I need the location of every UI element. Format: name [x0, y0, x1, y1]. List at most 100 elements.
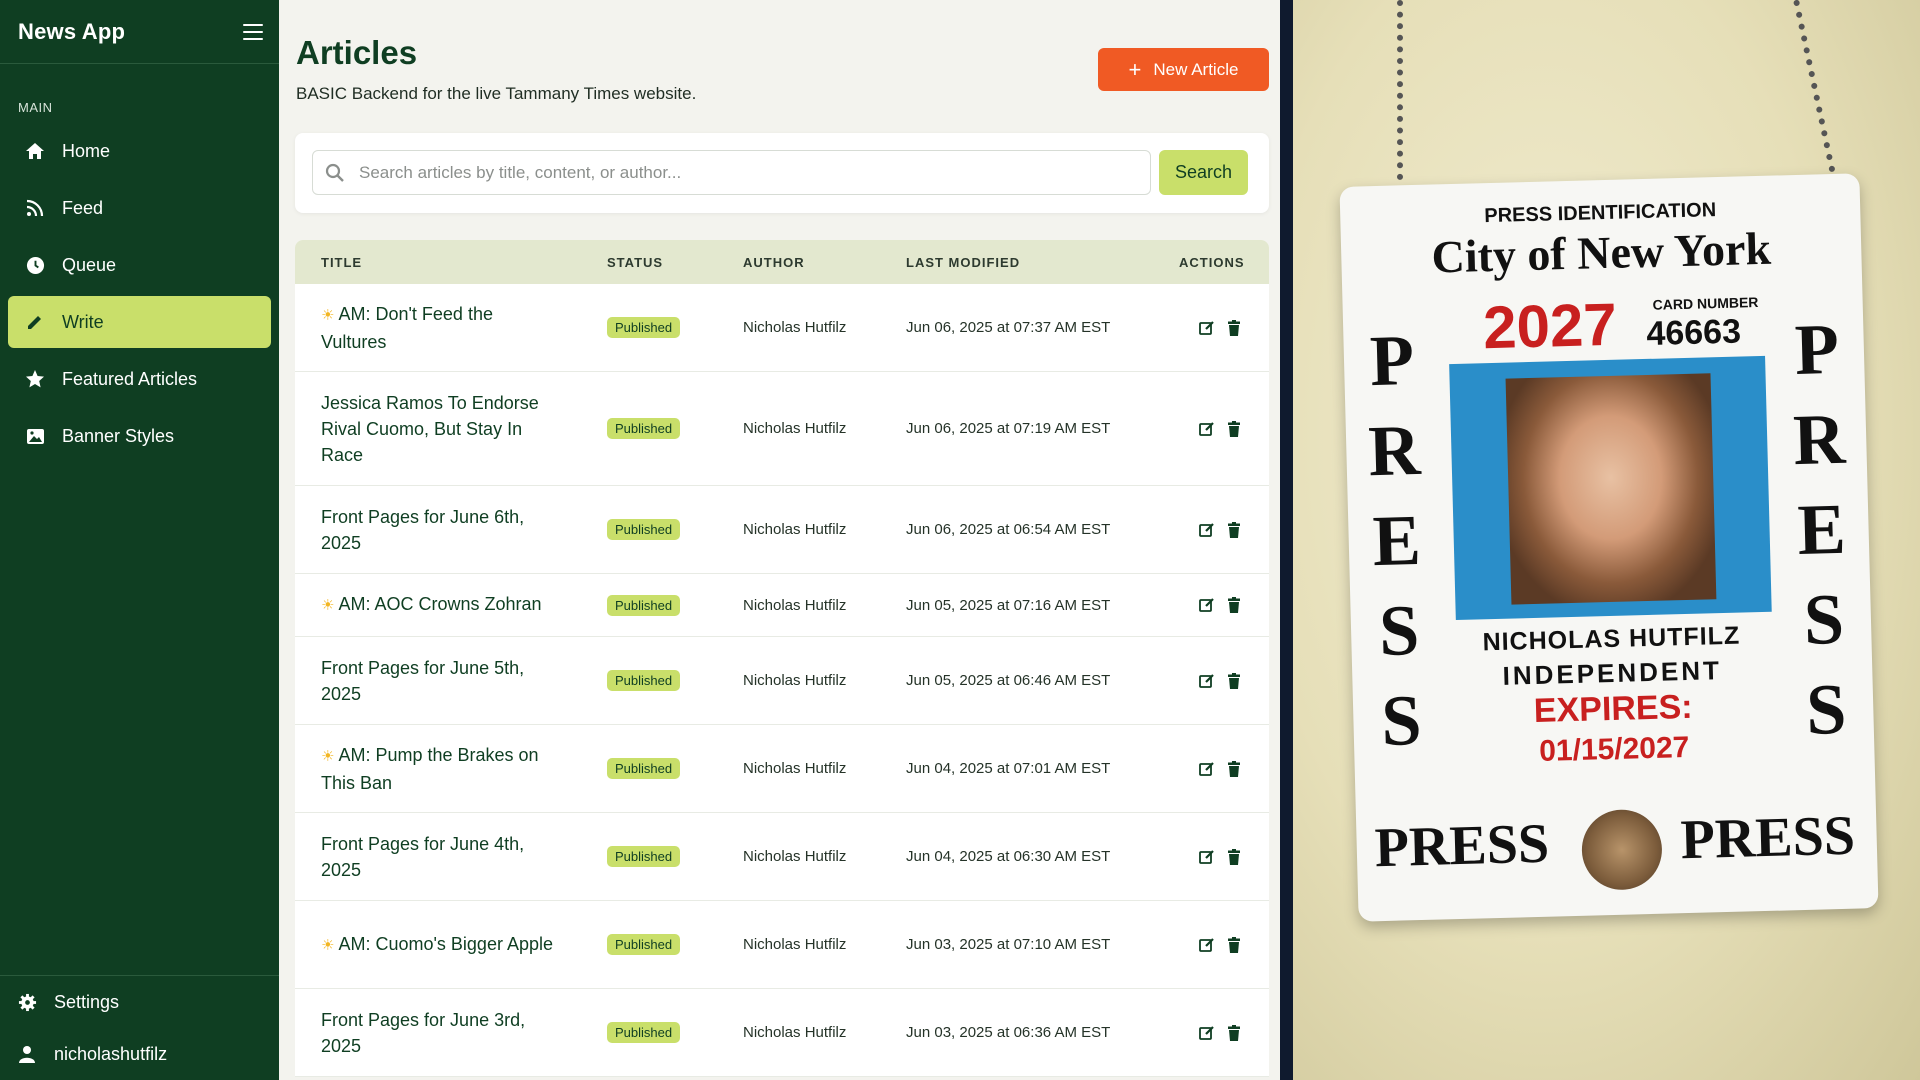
table-row[interactable]: Front Pages for June 6th, 2025 Published N… [295, 486, 1269, 574]
edit-icon[interactable] [1199, 597, 1215, 613]
row-actions [1199, 1024, 1243, 1041]
row-actions [1199, 936, 1243, 953]
trash-icon[interactable] [1227, 672, 1243, 689]
edit-icon[interactable] [1199, 320, 1215, 336]
card-press-left: PRESS [1373, 812, 1550, 880]
chain-left [1397, 0, 1403, 180]
article-title[interactable]: Jessica Ramos To Endorse Rival Cuomo, Bu… [321, 390, 561, 468]
edit-icon[interactable] [1199, 849, 1215, 865]
search-card: Search [295, 133, 1269, 213]
article-title[interactable]: Front Pages for June 6th, 2025 [321, 504, 561, 556]
article-last-modified: Jun 05, 2025 at 06:46 AM EST [906, 672, 1111, 689]
sidebar-item-queue[interactable]: Queue [8, 239, 271, 291]
article-author: Nicholas Hutfilz [743, 521, 847, 538]
trash-icon[interactable] [1227, 319, 1243, 336]
home-icon [24, 140, 46, 162]
trash-icon[interactable] [1227, 1024, 1243, 1041]
sidebar-header: News App [0, 0, 279, 64]
table-row[interactable]: Front Pages for June 3rd, 2025 Published N… [295, 989, 1269, 1077]
sidebar-item-feed[interactable]: Feed [8, 182, 271, 234]
table-row[interactable]: ☀ AM: AOC Crowns Zohran Published Nicholas … [295, 574, 1269, 637]
press-letter: R [1792, 398, 1847, 481]
article-last-modified: Jun 03, 2025 at 06:36 AM EST [906, 1024, 1111, 1041]
username: nicholashutfilz [54, 1043, 168, 1064]
sidebar-section-label: MAIN [18, 100, 53, 115]
trash-icon[interactable] [1227, 597, 1243, 613]
table-row[interactable]: Front Pages for June 5th, 2025 Published N… [295, 637, 1269, 725]
table-row[interactable]: Jessica Ramos To Endorse Rival Cuomo, Bu… [295, 372, 1269, 486]
sidebar-item-label: Banner Styles [62, 425, 175, 446]
header-actions: ACTIONS [1179, 254, 1245, 270]
header-last-modified[interactable]: LAST MODIFIED [906, 255, 1020, 270]
search-input[interactable] [359, 162, 1150, 183]
article-author: Nicholas Hutfilz [743, 420, 847, 437]
edit-icon[interactable] [1199, 522, 1215, 538]
sidebar-item-banner-styles[interactable]: Banner Styles [8, 410, 271, 462]
sidebar-footer: Settings nicholashutfilz [0, 975, 279, 1080]
article-author: Nicholas Hutfilz [743, 1024, 847, 1041]
trash-icon[interactable] [1227, 420, 1243, 437]
status-badge: Published [607, 317, 681, 338]
article-author: Nicholas Hutfilz [743, 936, 847, 953]
table-row[interactable]: ☀ AM: Cuomo's Bigger Apple Published Nichol… [295, 901, 1269, 989]
sun-icon: ☀ [321, 306, 335, 324]
main-content: Articles BASIC Backend for the live Tamm… [279, 0, 1280, 1080]
article-title[interactable]: ☀ AM: Cuomo's Bigger Apple [321, 931, 561, 959]
article-title[interactable]: ☀ AM: AOC Crowns Zohran [321, 591, 561, 619]
header-status[interactable]: STATUS [607, 255, 663, 270]
table-row[interactable]: ☀ AM: Pump the Brakes on This Ban Publishe… [295, 725, 1269, 813]
article-last-modified: Jun 03, 2025 at 07:10 AM EST [906, 936, 1111, 953]
sidebar-item-home[interactable]: Home [8, 125, 271, 177]
user-icon [16, 1043, 38, 1065]
sun-icon: ☀ [321, 936, 335, 954]
sidebar-item-featured-articles[interactable]: Featured Articles [8, 353, 271, 405]
article-author: Nicholas Hutfilz [743, 596, 847, 614]
sidebar-item-label: Home [62, 140, 111, 161]
status-badge: Published [607, 934, 681, 955]
edit-icon[interactable] [1199, 761, 1215, 777]
header-author[interactable]: AUTHOR [743, 255, 805, 270]
trash-icon[interactable] [1227, 521, 1243, 538]
article-title[interactable]: ☀ AM: Pump the Brakes on This Ban [321, 742, 561, 796]
edit-icon[interactable] [1199, 421, 1215, 437]
user-menu[interactable]: nicholashutfilz [0, 1028, 279, 1080]
menu-toggle-icon[interactable] [243, 23, 263, 40]
row-actions [1199, 672, 1243, 689]
table-header: TITLE STATUS AUTHOR LAST MODIFIED ACTION… [295, 240, 1269, 284]
pencil-icon [24, 311, 46, 333]
sidebar-item-write[interactable]: Write [8, 296, 271, 348]
trash-icon[interactable] [1227, 936, 1243, 953]
status-badge: Published [607, 1022, 681, 1043]
article-title[interactable]: Front Pages for June 4th, 2025 [321, 831, 561, 883]
edit-icon[interactable] [1199, 1025, 1215, 1041]
press-letter: E [1371, 499, 1422, 582]
sidebar: News App MAIN Home Feed Queue Write Feat… [0, 0, 279, 1080]
table-row[interactable]: Front Pages for June 4th, 2025 Published N… [295, 813, 1269, 901]
card-number-label: CARD NUMBER [1652, 294, 1759, 313]
new-article-button[interactable]: + New Article [1098, 48, 1269, 91]
search-button[interactable]: Search [1159, 150, 1248, 195]
sidebar-item-label: Queue [62, 254, 117, 275]
sidebar-item-settings[interactable]: Settings [0, 976, 279, 1028]
rss-icon [24, 197, 46, 219]
status-badge: Published [607, 670, 681, 691]
search-icon [325, 163, 345, 183]
star-icon [24, 368, 46, 390]
search-field[interactable] [312, 150, 1151, 195]
header-title[interactable]: TITLE [321, 255, 362, 270]
card-number: 46663 [1645, 312, 1742, 353]
status-badge: Published [607, 594, 681, 616]
article-title[interactable]: Front Pages for June 5th, 2025 [321, 655, 561, 707]
article-title[interactable]: ☀ AM: Don't Feed the Vultures [321, 301, 561, 355]
id-photo-frame [1449, 355, 1772, 621]
article-last-modified: Jun 04, 2025 at 07:01 AM EST [906, 760, 1111, 777]
row-actions [1199, 521, 1243, 538]
edit-icon[interactable] [1199, 673, 1215, 689]
table-row[interactable]: ☀ AM: Don't Feed the Vultures Published Nic… [295, 284, 1269, 372]
article-title[interactable]: Front Pages for June 3rd, 2025 [321, 1007, 561, 1059]
edit-icon[interactable] [1199, 937, 1215, 953]
id-photo [1505, 373, 1717, 605]
trash-icon[interactable] [1227, 848, 1243, 865]
row-actions [1199, 319, 1243, 336]
trash-icon[interactable] [1227, 760, 1243, 777]
